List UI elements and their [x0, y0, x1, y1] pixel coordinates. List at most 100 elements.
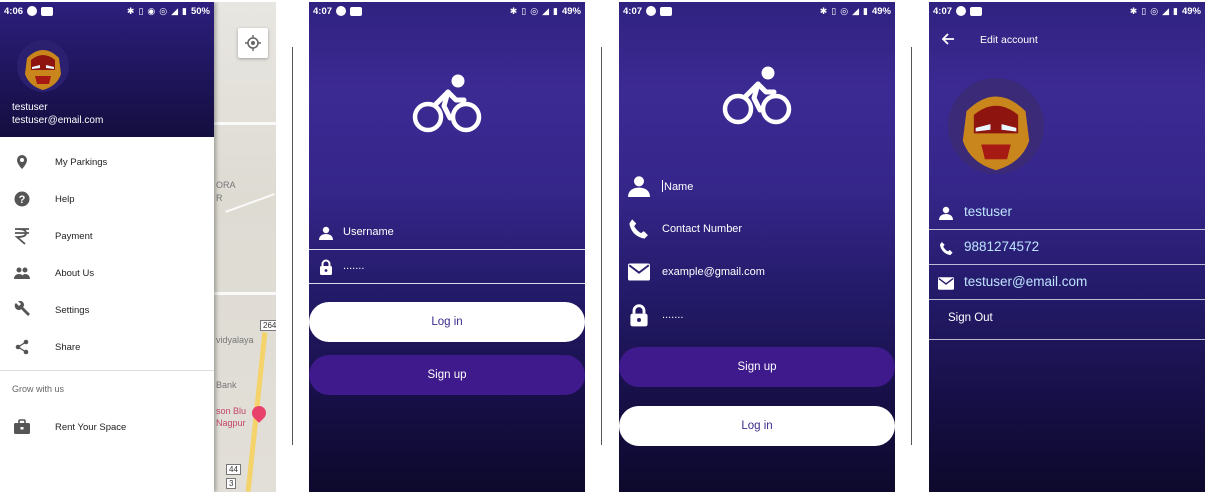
menu-item-label: Help	[55, 193, 75, 205]
menu-item-help[interactable]: ? Help	[0, 184, 214, 214]
wrench-icon	[12, 300, 32, 320]
battery-percent: 50%	[190, 5, 210, 17]
divider	[292, 47, 293, 445]
lock-icon	[627, 303, 651, 327]
menu-item-rent-your-space[interactable]: Rent Your Space	[0, 412, 214, 442]
vibrate-icon: ▯	[138, 5, 144, 16]
user-name: testuser	[12, 102, 48, 113]
divider	[911, 47, 912, 445]
person-icon	[937, 204, 955, 222]
location-pin-icon	[12, 152, 32, 172]
password-field[interactable]: .......	[309, 250, 585, 284]
signal-icon: ◢	[171, 5, 179, 16]
map-label: R	[216, 193, 223, 203]
name-field[interactable]: Name	[619, 166, 895, 206]
road-shield: 44	[226, 464, 241, 475]
hotspot-icon: ◎	[840, 5, 849, 16]
signup-button[interactable]: Sign up	[309, 355, 585, 395]
mail-icon	[627, 260, 651, 284]
login-button[interactable]: Log in	[619, 406, 895, 446]
contact-number-field[interactable]: Contact Number	[619, 209, 895, 249]
username-value: testuser	[964, 204, 1013, 219]
vibrate-icon: ▯	[1141, 5, 1147, 16]
email-field[interactable]: example@gmail.com	[619, 252, 895, 292]
spotify-icon	[336, 6, 347, 16]
map-background[interactable]: ORA R 264 vidyalaya Bank son Blu Nagpur …	[214, 2, 276, 492]
road-shield: 3	[226, 478, 237, 489]
map-label: Nagpur	[216, 418, 246, 428]
text-cursor	[662, 180, 663, 192]
menu-item-label: My Parkings	[55, 156, 108, 168]
bluetooth-icon: ✱	[1129, 5, 1138, 16]
email-field[interactable]: testuser@email.com	[929, 265, 1205, 300]
menu-item-label: Rent Your Space	[55, 421, 127, 433]
app-bar: Edit account	[929, 20, 1205, 60]
nav-drawer-screen: ORA R 264 vidyalaya Bank son Blu Nagpur …	[0, 2, 276, 492]
vibrate-icon: ▯	[521, 5, 527, 16]
youtube-icon	[350, 6, 363, 16]
bluetooth-icon: ✱	[819, 5, 828, 16]
login-button[interactable]: Log in	[309, 302, 585, 342]
youtube-icon	[970, 6, 983, 16]
share-icon	[12, 337, 32, 357]
spotify-icon	[646, 6, 657, 16]
battery-icon: ▮	[182, 5, 187, 16]
battery-icon: ▮	[553, 5, 558, 16]
menu-item-label: About Us	[55, 267, 95, 279]
username-placeholder: Username	[343, 226, 394, 238]
contact-placeholder: Contact Number	[662, 223, 743, 235]
password-field[interactable]: .......	[619, 295, 895, 335]
svg-text:?: ?	[19, 194, 26, 206]
map-label: Bank	[216, 380, 237, 390]
phone-icon	[627, 217, 651, 241]
section-title: Grow with us	[12, 384, 65, 394]
person-icon	[317, 224, 335, 242]
battery-percent: 49%	[561, 5, 581, 17]
bicycle-logo-icon	[722, 66, 792, 125]
bluetooth-icon: ✱	[509, 5, 518, 16]
signal-icon: ◢	[1162, 5, 1170, 16]
drawer-header: testuser testuser@email.com	[0, 2, 214, 137]
menu-item-share[interactable]: Share	[0, 332, 214, 362]
map-label: son Blu	[216, 406, 247, 416]
menu-item-settings[interactable]: Settings	[0, 295, 214, 325]
my-location-button[interactable]	[238, 28, 268, 58]
location-icon: ◉	[147, 5, 156, 16]
signal-icon: ◢	[542, 5, 550, 16]
login-screen: 4:07 ✱ ▯ ◎ ◢ ▮ 49% Username ....... Log in Si…	[309, 2, 585, 492]
map-label: vidyalaya	[216, 335, 254, 345]
phone-value: 9881274572	[964, 239, 1040, 254]
status-time: 4:07	[623, 5, 643, 17]
edit-account-screen: 4:07 ✱ ▯ ◎ ◢ ▮ 49% Edit account testuser 9881…	[929, 2, 1205, 492]
divider	[0, 370, 214, 371]
spotify-icon	[956, 6, 967, 16]
mail-icon	[937, 274, 955, 292]
battery-icon: ▮	[863, 5, 868, 16]
username-field[interactable]: Username	[309, 216, 585, 250]
avatar[interactable]	[948, 78, 1044, 174]
menu-item-about-us[interactable]: About Us	[0, 258, 214, 288]
battery-percent: 49%	[1181, 5, 1201, 17]
status-time: 4:07	[933, 5, 953, 17]
briefcase-icon	[12, 417, 32, 437]
hotspot-icon: ◎	[530, 5, 539, 16]
divider	[601, 47, 602, 445]
signup-button[interactable]: Sign up	[619, 347, 895, 387]
password-value: .......	[662, 309, 684, 321]
battery-percent: 49%	[871, 5, 891, 17]
bluetooth-icon: ✱	[126, 5, 135, 16]
signal-icon: ◢	[852, 5, 860, 16]
avatar[interactable]	[17, 40, 69, 92]
menu-item-label: Settings	[55, 304, 90, 316]
signup-screen: 4:07 ✱ ▯ ◎ ◢ ▮ 49% Name Contact Number exampl…	[619, 2, 895, 492]
sign-out-button[interactable]: Sign Out	[929, 300, 1205, 340]
menu-item-payment[interactable]: Payment	[0, 221, 214, 251]
menu-item-my-parkings[interactable]: My Parkings	[0, 147, 214, 177]
status-time: 4:06	[4, 5, 24, 17]
back-arrow-icon[interactable]	[941, 32, 955, 46]
rupee-icon	[12, 226, 32, 246]
phone-field[interactable]: 9881274572	[929, 230, 1205, 265]
status-bar: 4:07 ✱ ▯ ◎ ◢ ▮ 49%	[309, 2, 585, 20]
menu-item-label: Payment	[55, 230, 93, 242]
username-field[interactable]: testuser	[929, 195, 1205, 230]
